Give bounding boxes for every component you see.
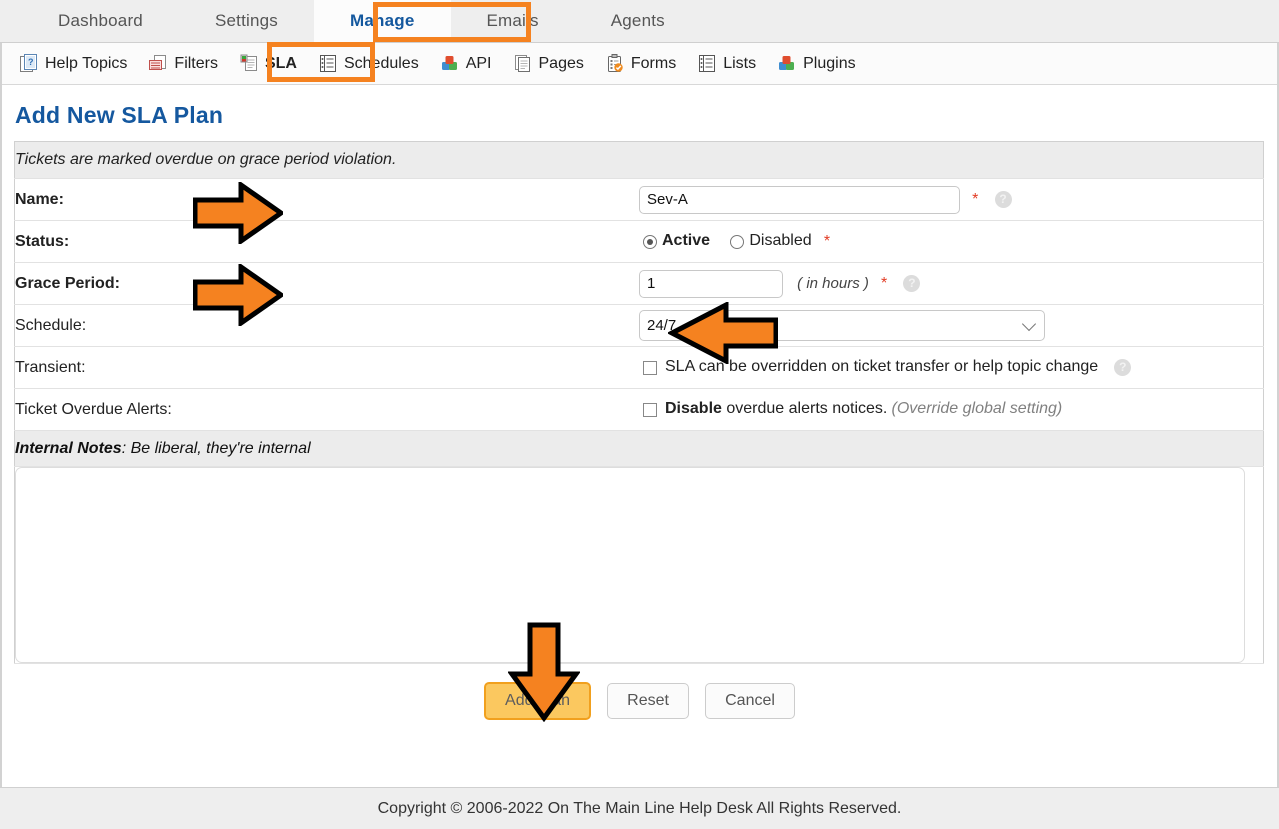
subnav-item-help-topics[interactable]: ? Help Topics [20, 54, 127, 73]
sla-plan-form: Tickets are marked overdue on grace peri… [14, 141, 1264, 664]
tab-manage-label: Manage [350, 11, 415, 30]
help-topics-icon: ? [20, 54, 38, 73]
grace-period-field-cell: ( in hours ) * ? [639, 262, 1264, 305]
form-action-buttons: Add Plan Reset Cancel [15, 664, 1265, 720]
overdue-alerts-rest-label: overdue alerts notices. [721, 400, 888, 418]
schedule-field-cell: 24/7 [639, 304, 1264, 347]
status-field-cell: Active Disabled * [639, 220, 1264, 263]
name-input[interactable] [639, 185, 960, 214]
subnav-item-filters[interactable]: Filters [149, 54, 218, 73]
transient-field-cell: SLA can be overridden on ticket transfer… [639, 346, 1264, 389]
transient-label: Transient: [14, 346, 639, 389]
section-note: Tickets are marked overdue on grace peri… [14, 141, 1264, 179]
svg-text:?: ? [28, 57, 34, 67]
form-row-name: Name: * ? [14, 178, 1264, 221]
grace-period-input[interactable] [639, 269, 783, 298]
sla-icon [240, 54, 258, 73]
internal-notes-header: Internal Notes: Be liberal, they're inte… [14, 430, 1264, 467]
status-label-active: Active [662, 232, 711, 250]
subnav-item-pages[interactable]: Pages [514, 54, 584, 73]
sub-navigation-bar: ? Help Topics Filters SLA Schedules API … [0, 43, 1279, 85]
subnav-item-sla[interactable]: SLA [240, 54, 297, 73]
tab-manage[interactable]: Manage [314, 0, 451, 42]
subnav-item-forms[interactable]: Forms [606, 54, 676, 73]
schedule-label: Schedule: [14, 304, 639, 347]
tab-emails-label: Emails [486, 11, 539, 30]
status-radio-disabled[interactable] [730, 234, 745, 249]
overdue-alerts-strong-label: Disable [665, 400, 722, 418]
tab-settings-label: Settings [214, 11, 278, 30]
form-row-overdue-alerts: Ticket Overdue Alerts: Disable overdue a… [14, 388, 1264, 431]
top-navigation-bar: Dashboard Settings Manage Emails Agents [0, 0, 1279, 43]
tab-dashboard-label: Dashboard [58, 11, 143, 30]
page-content: Add New SLA Plan Tickets are marked over… [0, 102, 1279, 720]
subnav-item-plugins[interactable]: Plugins [778, 54, 856, 73]
schedule-select[interactable]: 24/7 [639, 310, 1045, 341]
forms-icon [606, 54, 624, 73]
footer-copyright: Copyright © 2006-2022 On The Main Line H… [377, 799, 902, 817]
internal-notes-row [14, 466, 1264, 664]
reset-button[interactable]: Reset [607, 683, 689, 719]
subnav-label-plugins: Plugins [803, 54, 856, 72]
status-radio-active[interactable] [643, 234, 657, 249]
status-label: Status: [14, 220, 639, 263]
form-row-schedule: Schedule: 24/7 [14, 304, 1264, 347]
tab-dashboard[interactable]: Dashboard [22, 0, 179, 42]
internal-notes-header-row: Internal Notes: Be liberal, they're inte… [14, 430, 1264, 467]
subnav-label-schedules: Schedules [343, 54, 419, 72]
api-icon [441, 54, 459, 73]
add-plan-button[interactable]: Add Plan [484, 682, 591, 720]
grace-period-hint: ( in hours ) [797, 275, 869, 292]
overdue-alerts-checkbox[interactable] [643, 402, 657, 417]
help-icon[interactable]: ? [1114, 359, 1132, 377]
subnav-label-forms: Forms [630, 54, 677, 72]
help-icon[interactable]: ? [903, 275, 921, 292]
overdue-alerts-field-cell: Disable overdue alerts notices. (Overrid… [639, 388, 1264, 431]
grace-period-required-marker: * [881, 274, 888, 292]
form-row-grace-period: Grace Period: ( in hours ) * ? [14, 262, 1264, 305]
page-title: Add New SLA Plan [15, 102, 224, 128]
status-label-disabled: Disabled [749, 232, 812, 250]
internal-notes-textarea[interactable] [15, 467, 1245, 663]
plugins-icon [778, 54, 796, 73]
form-section-header-row: Tickets are marked overdue on grace peri… [14, 141, 1264, 179]
tab-emails[interactable]: Emails [451, 0, 575, 42]
grace-period-label: Grace Period: [14, 262, 639, 305]
pages-icon [514, 54, 532, 73]
cancel-button[interactable]: Cancel [705, 683, 795, 719]
subnav-label-lists: Lists [723, 54, 757, 72]
overdue-alerts-override-note: (Override global setting) [891, 400, 1063, 418]
form-row-status: Status: Active Disabled * [14, 220, 1264, 263]
subnav-item-api[interactable]: API [441, 54, 492, 73]
subnav-item-lists[interactable]: Lists [698, 54, 756, 73]
subnav-label-filters: Filters [174, 54, 218, 72]
transient-checkbox-label: SLA can be overridden on ticket transfer… [665, 358, 1099, 376]
filters-icon [149, 54, 167, 73]
subnav-label-help-topics: Help Topics [45, 54, 128, 72]
subnav-label-api: API [465, 54, 492, 72]
transient-checkbox[interactable] [643, 360, 657, 375]
subnav-item-schedules[interactable]: Schedules [319, 54, 419, 73]
subnav-label-pages: Pages [538, 54, 584, 72]
footer: Copyright © 2006-2022 On The Main Line H… [0, 787, 1279, 829]
lists-icon [698, 54, 716, 73]
tab-settings[interactable]: Settings [179, 0, 314, 42]
schedules-icon [319, 54, 337, 73]
name-label: Name: [14, 178, 639, 221]
internal-notes-cell [14, 466, 1264, 664]
tab-agents-label: Agents [610, 11, 665, 30]
name-required-marker: * [972, 190, 979, 208]
internal-notes-title: Internal Notes [15, 439, 122, 457]
subnav-label-sla: SLA [264, 54, 297, 72]
tab-agents[interactable]: Agents [575, 0, 701, 42]
name-field-cell: * ? [639, 178, 1264, 221]
overdue-alerts-label: Ticket Overdue Alerts: [14, 388, 639, 431]
help-icon[interactable]: ? [994, 191, 1012, 208]
form-row-transient: Transient: SLA can be overridden on tick… [14, 346, 1264, 389]
status-required-marker: * [823, 232, 831, 250]
internal-notes-subtitle: : Be liberal, they're internal [121, 439, 311, 457]
